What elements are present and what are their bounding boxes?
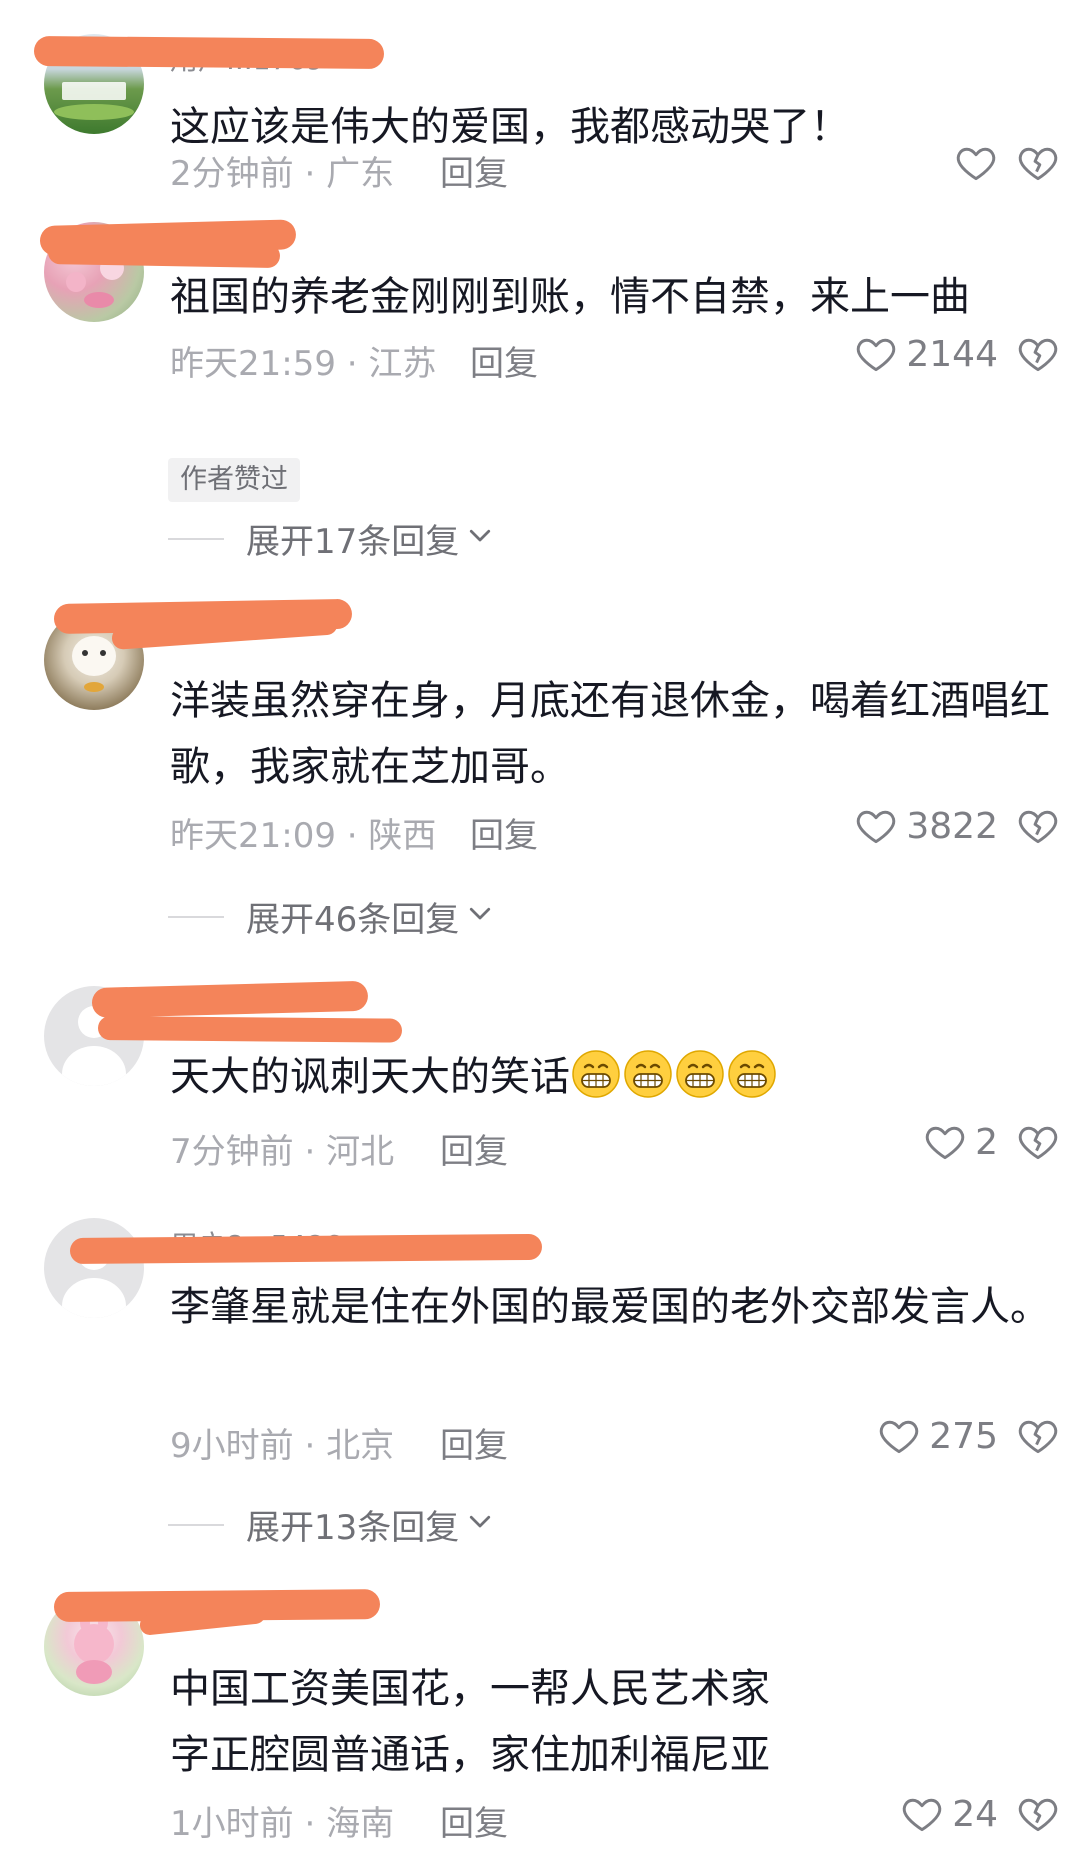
divider: [168, 1523, 224, 1526]
comment-time: 昨天21:09: [170, 816, 336, 856]
broken-heart-icon: [1016, 141, 1060, 185]
reply-button[interactable]: 回复: [440, 1418, 508, 1467]
like-button[interactable]: 24: [900, 1792, 998, 1836]
like-count: 2: [975, 1121, 998, 1163]
comment-meta: 7分钟前 · 河北: [170, 1124, 394, 1173]
broken-heart-icon: [1016, 804, 1060, 848]
dislike-button[interactable]: [1016, 804, 1060, 848]
comment-meta: 昨天21:59 · 江苏: [170, 336, 436, 385]
comment-meta: 9小时前 · 北京: [170, 1418, 394, 1467]
comment-meta: 昨天21:09 · 陕西: [170, 808, 436, 857]
chevron-down-icon: [465, 519, 495, 559]
redaction-mark: [91, 980, 369, 1018]
meta-separator: ·: [293, 1804, 327, 1844]
heart-icon: [854, 332, 898, 376]
reply-button[interactable]: 回复: [440, 1796, 508, 1845]
reply-button[interactable]: 回复: [440, 146, 508, 195]
dislike-button[interactable]: [1016, 1120, 1060, 1164]
heart-icon: [954, 141, 998, 185]
dislike-button[interactable]: [1016, 1792, 1060, 1836]
meta-separator: ·: [293, 1426, 327, 1466]
broken-heart-icon: [1016, 1120, 1060, 1164]
comment-text: 洋装虽然穿在身，月底还有退休金，喝着红酒唱红歌，我家就在芝加哥。: [170, 678, 1050, 790]
heart-icon: [900, 1792, 944, 1836]
meta-separator: ·: [293, 154, 327, 194]
like-count: 2144: [906, 333, 998, 375]
comment-time: 9小时前: [170, 1426, 294, 1466]
redaction-mark: [33, 36, 385, 70]
like-button[interactable]: 3822: [854, 804, 998, 848]
reply-button[interactable]: 回复: [440, 1124, 508, 1173]
grinning-face-icon: [572, 1050, 620, 1098]
grinning-face-icon: [624, 1050, 672, 1098]
comment-time: 昨天21:59: [170, 344, 336, 384]
expand-replies-button[interactable]: 展开46条回复: [168, 892, 495, 941]
reply-button[interactable]: 回复: [470, 336, 538, 385]
dislike-button[interactable]: [1016, 1414, 1060, 1458]
comment-location: 海南: [326, 1804, 395, 1844]
comment-location: 江苏: [368, 344, 437, 384]
like-button[interactable]: 275: [877, 1414, 998, 1458]
expand-replies-label: 展开46条回复: [246, 900, 460, 940]
expand-replies-label: 展开17条回复: [246, 522, 460, 562]
meta-separator: ·: [335, 816, 369, 856]
like-button[interactable]: 2144: [854, 332, 998, 376]
redaction-mark: [97, 1016, 403, 1043]
like-count: 275: [929, 1415, 998, 1457]
like-button[interactable]: 2: [923, 1120, 998, 1164]
grinning-face-icon: [676, 1050, 724, 1098]
grinning-face-icon: [728, 1050, 776, 1098]
comment-time: 7分钟前: [170, 1132, 294, 1172]
comment-location: 河北: [326, 1132, 395, 1172]
author-liked-badge: 作者赞过: [168, 458, 300, 502]
expand-replies-label: 展开13条回复: [246, 1508, 460, 1548]
comment-text: 祖国的养老金刚刚到账，情不自禁，来上一曲: [170, 274, 970, 320]
broken-heart-icon: [1016, 332, 1060, 376]
reply-button[interactable]: 回复: [470, 808, 538, 857]
comment-meta: 2分钟前 · 广东: [170, 146, 394, 195]
expand-replies-button[interactable]: 展开13条回复: [168, 1500, 495, 1549]
comment-text-line: 中国工资美国花，一帮人民艺术家: [170, 1666, 770, 1712]
comment-text: 中国工资美国花，一帮人民艺术家 字正腔圆普通话，家住加利福尼亚: [170, 1656, 1050, 1788]
comment-location: 广东: [326, 154, 395, 194]
avatar[interactable]: [44, 1218, 144, 1318]
comment-location: 陕西: [368, 816, 437, 856]
heart-icon: [877, 1414, 921, 1458]
comment-text: 天大的讽刺天大的笑话: [170, 1044, 1050, 1110]
comment-time: 1小时前: [170, 1804, 294, 1844]
comment-location: 北京: [326, 1426, 395, 1466]
like-button[interactable]: [954, 141, 998, 185]
meta-separator: ·: [335, 344, 369, 384]
comment-text-line: 字正腔圆普通话，家住加利福尼亚: [170, 1732, 770, 1778]
emoji-row: [570, 1050, 778, 1100]
chevron-down-icon: [465, 1505, 495, 1545]
like-count: 24: [952, 1793, 998, 1835]
dislike-button[interactable]: [1016, 332, 1060, 376]
dislike-button[interactable]: [1016, 141, 1060, 185]
broken-heart-icon: [1016, 1792, 1060, 1836]
broken-heart-icon: [1016, 1414, 1060, 1458]
heart-icon: [923, 1120, 967, 1164]
expand-replies-button[interactable]: 展开17条回复: [168, 514, 495, 563]
divider: [168, 537, 224, 540]
comment-text: 李肇星就是住在外国的最爱国的老外交部发言人。: [170, 1284, 1050, 1330]
like-count: 3822: [906, 805, 998, 847]
redaction-mark: [69, 1233, 543, 1264]
comment-meta: 1小时前 · 海南: [170, 1796, 394, 1845]
meta-separator: ·: [293, 1132, 327, 1172]
divider: [168, 915, 224, 918]
chevron-down-icon: [465, 897, 495, 937]
comment-text-content: 天大的讽刺天大的笑话: [170, 1054, 570, 1100]
heart-icon: [854, 804, 898, 848]
comment-time: 2分钟前: [170, 154, 294, 194]
